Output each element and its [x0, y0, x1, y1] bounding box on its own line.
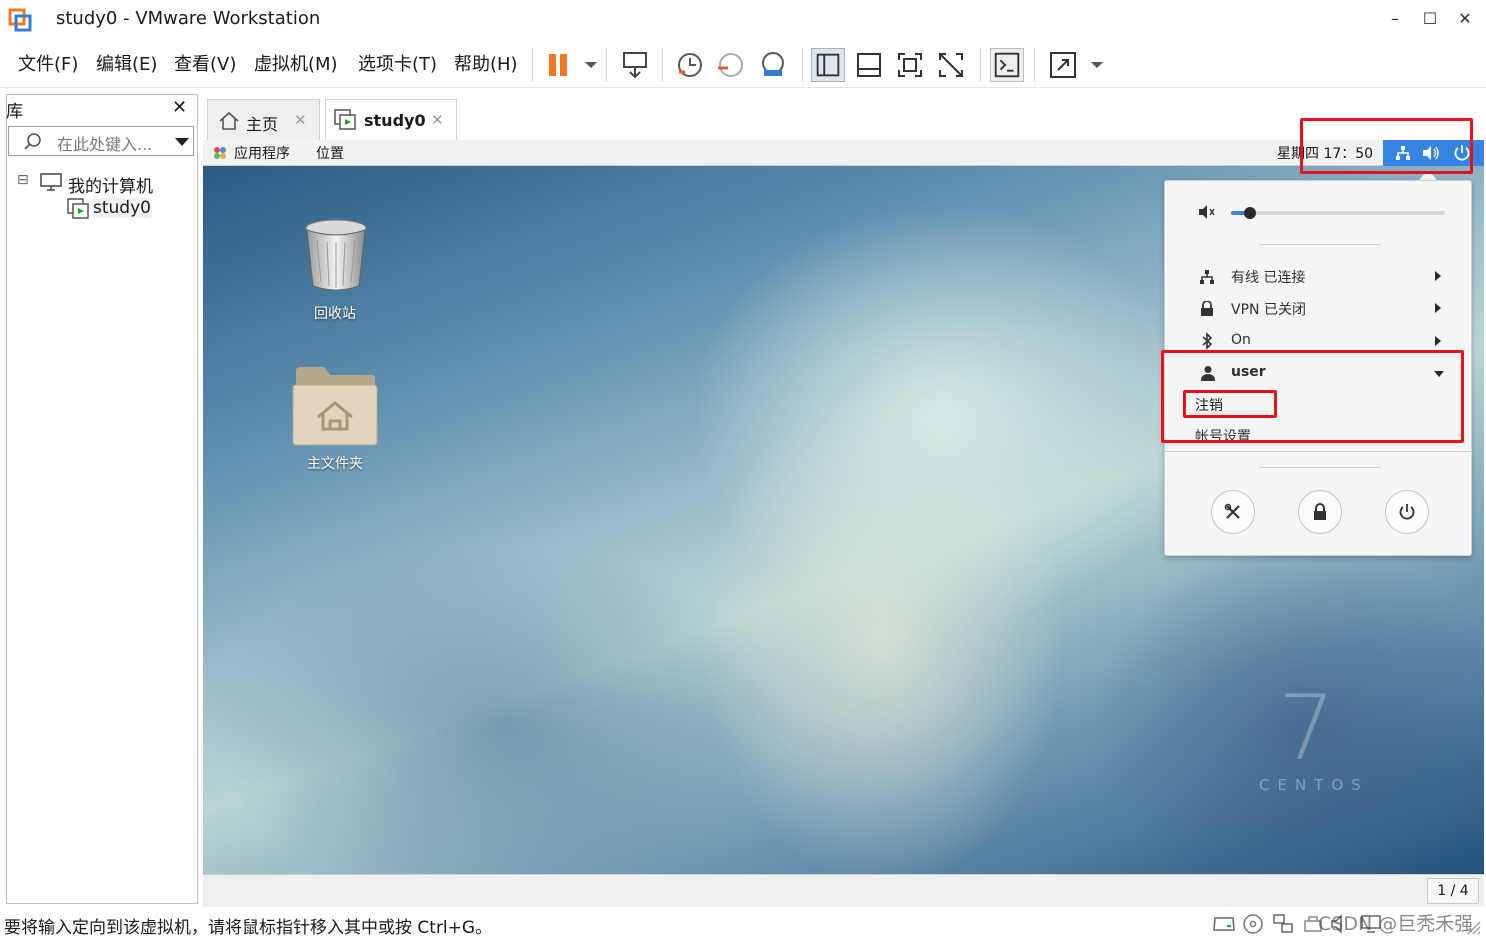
- lock-icon: [1314, 503, 1326, 520]
- tab-study0[interactable]: study0 ✕: [325, 99, 457, 140]
- lock-screen-button[interactable]: [1298, 490, 1342, 534]
- resize-grip-icon[interactable]: [1460, 914, 1482, 936]
- applications-menu[interactable]: 应用程序: [234, 143, 290, 163]
- window-title: study0 - VMware Workstation: [56, 8, 321, 29]
- fullscreen-icon[interactable]: [893, 48, 927, 82]
- minimize-button[interactable]: –: [1378, 6, 1412, 32]
- menu-file[interactable]: 文件(F): [18, 50, 78, 76]
- volume-muted-icon: [1199, 205, 1215, 219]
- library-search-box[interactable]: 在此处键入...: [8, 126, 194, 156]
- maximize-button[interactable]: ☐: [1413, 6, 1447, 32]
- highlight-box-status-area: [1300, 118, 1473, 174]
- library-close-button[interactable]: ✕: [172, 97, 187, 118]
- tools-icon: [1224, 503, 1240, 519]
- bluetooth-item[interactable]: On: [1231, 332, 1251, 348]
- highlight-box-logout: [1183, 390, 1277, 418]
- menu-view[interactable]: 查看(V): [174, 50, 236, 76]
- tree-expander[interactable]: ⊟: [17, 172, 29, 188]
- vpn-item[interactable]: VPN 已关闭: [1231, 299, 1306, 319]
- gnome-top-bar: 应用程序 位置 星期四 17：50: [203, 140, 1484, 166]
- tree-item-study0[interactable]: study0: [93, 198, 151, 218]
- tab-close-button[interactable]: ✕: [431, 111, 444, 129]
- applications-icon: [214, 147, 226, 159]
- title-bar: study0 - VMware Workstation – ☐ ✕: [0, 0, 1486, 38]
- vmware-logo-icon: [8, 8, 32, 32]
- menu-help[interactable]: 帮助(H): [454, 50, 518, 76]
- vm-status-strip: 1 / 4: [203, 874, 1484, 907]
- toolbar-separator: [802, 48, 803, 82]
- hard-disk-icon[interactable]: [1212, 914, 1236, 934]
- chevron-right-icon: [1435, 271, 1441, 281]
- chevron-down-icon[interactable]: [173, 135, 191, 149]
- send-ctrl-alt-del-icon[interactable]: [618, 48, 652, 82]
- vm-icon: [67, 198, 89, 219]
- settings-button[interactable]: [1211, 490, 1255, 534]
- tab-home[interactable]: 主页 ✕: [207, 99, 320, 140]
- toolbar-separator: [532, 48, 533, 82]
- tab-strip: 主页 ✕ study0 ✕: [205, 96, 1484, 140]
- pause-icon[interactable]: [544, 48, 578, 82]
- show-library-icon[interactable]: [811, 48, 845, 82]
- volume-slider-track[interactable]: [1231, 207, 1445, 219]
- revert-snapshot-icon[interactable]: [714, 48, 748, 82]
- thumbnail-bar-icon[interactable]: [852, 48, 886, 82]
- search-icon: [24, 133, 41, 150]
- home-icon: [219, 111, 239, 130]
- toolbar-separator: [606, 48, 607, 82]
- toolbar-separator: [1034, 48, 1035, 82]
- network-adapter-icon[interactable]: [1272, 913, 1294, 935]
- volume-slider-knob[interactable]: [1243, 207, 1256, 219]
- power-icon: [1399, 504, 1415, 520]
- stretch-guest-icon[interactable]: [1046, 48, 1080, 82]
- close-button[interactable]: ✕: [1448, 6, 1482, 32]
- chevron-right-icon: [1435, 336, 1441, 346]
- menu-separator: [1259, 244, 1381, 245]
- menu-separator: [1165, 451, 1471, 452]
- tab-close-button[interactable]: ✕: [294, 111, 307, 129]
- network-wired-icon: [1200, 270, 1214, 284]
- chevron-down-icon[interactable]: [574, 48, 608, 82]
- status-bar: 要将输入定向到该虚拟机，请将鼠标指针移入其中或按 Ctrl+G。 CSDN @巨…: [0, 908, 1486, 940]
- snapshot-icon[interactable]: [673, 48, 707, 82]
- menu-edit[interactable]: 编辑(E): [96, 50, 157, 76]
- wired-connection-item[interactable]: 有线 已连接: [1231, 267, 1305, 287]
- search-input[interactable]: 在此处键入...: [57, 131, 152, 155]
- status-message: 要将输入定向到该虚拟机，请将鼠标指针移入其中或按 Ctrl+G。: [4, 918, 493, 938]
- trash-label: 回收站: [314, 306, 356, 322]
- trash-icon[interactable]: [303, 218, 369, 294]
- unity-mode-icon[interactable]: [934, 48, 968, 82]
- library-title: 库: [6, 102, 23, 122]
- snapshot-manager-icon[interactable]: [756, 48, 790, 82]
- menu-tabs[interactable]: 选项卡(T): [358, 50, 437, 76]
- toolbar-separator: [980, 48, 981, 82]
- bluetooth-icon: [1202, 332, 1213, 350]
- chevron-down-icon[interactable]: [1080, 48, 1114, 82]
- tab-study0-label: study0: [364, 111, 426, 130]
- tree-item-my-computer[interactable]: 我的计算机: [68, 172, 153, 197]
- centos-brand-text: CENTOS: [1259, 776, 1369, 794]
- computer-icon: [40, 173, 62, 191]
- chevron-right-icon: [1435, 303, 1441, 313]
- power-off-button[interactable]: [1385, 490, 1429, 534]
- watermark: CSDN @巨秃禾强: [1318, 913, 1474, 935]
- console-view-icon[interactable]: [990, 48, 1024, 82]
- menu-vm[interactable]: 虚拟机(M): [254, 50, 338, 76]
- centos-version-number: 7: [1278, 676, 1336, 781]
- tab-home-label: 主页: [246, 115, 279, 134]
- toolbar-separator: [662, 48, 663, 82]
- home-folder-icon[interactable]: [292, 363, 378, 447]
- menu-bar: 文件(F) 编辑(E) 查看(V) 虚拟机(M) 选项卡(T) 帮助(H): [0, 38, 1486, 88]
- page-indicator: 1 / 4: [1427, 878, 1479, 904]
- vm-icon: [334, 109, 356, 130]
- places-menu[interactable]: 位置: [316, 143, 344, 163]
- menu-separator: [1259, 467, 1381, 468]
- home-folder-label: 主文件夹: [307, 456, 363, 472]
- cd-dvd-icon[interactable]: [1242, 913, 1264, 935]
- vpn-lock-icon: [1201, 301, 1213, 316]
